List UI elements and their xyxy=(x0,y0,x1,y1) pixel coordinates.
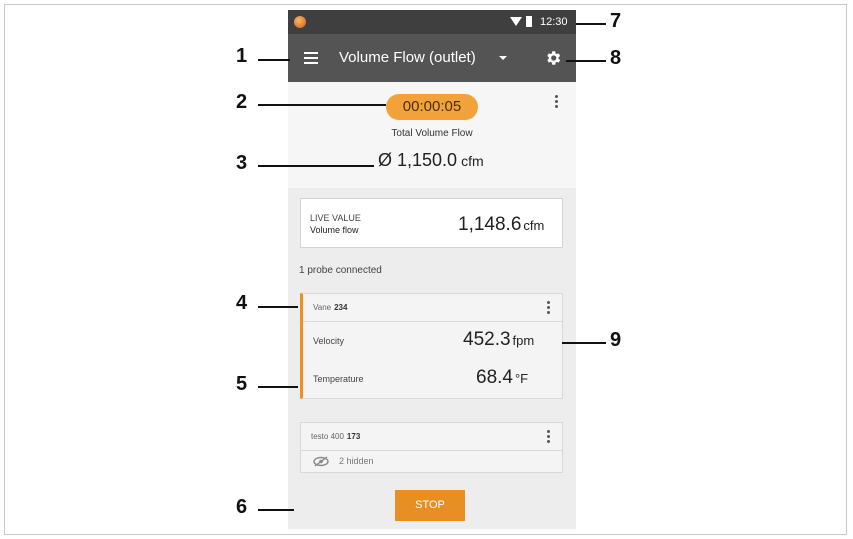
status-time: 12:30 xyxy=(540,16,568,28)
battery-icon xyxy=(526,16,532,27)
gear-icon[interactable] xyxy=(544,49,562,67)
hidden-readings-row[interactable]: 2 hidden xyxy=(301,451,562,472)
callout-line xyxy=(566,60,606,62)
app-bar: Volume Flow (outlet) xyxy=(288,34,576,82)
eye-off-icon xyxy=(313,456,329,467)
callout-line xyxy=(258,386,298,388)
reading-row-temperature: Temperature 68.4 °F xyxy=(303,360,562,398)
hidden-count: 2 hidden xyxy=(339,456,374,466)
reading-value: 452.3 fpm xyxy=(463,329,534,351)
page-title[interactable]: Volume Flow (outlet) xyxy=(339,49,476,66)
probe-id: 234 xyxy=(334,303,348,312)
probe-header: Vane 234 xyxy=(303,294,562,322)
probe-name: testo 400 173 xyxy=(311,432,360,441)
callout-number: 4 xyxy=(236,292,248,314)
summary-label: Total Volume Flow xyxy=(391,128,473,139)
app-logo-icon xyxy=(294,16,306,28)
menu-icon[interactable] xyxy=(304,52,318,64)
callout-number: 2 xyxy=(236,91,248,113)
reading-row-velocity: Velocity 452.3 fpm xyxy=(303,322,562,360)
live-subtitle: Volume flow xyxy=(310,225,359,235)
probe-id: 173 xyxy=(346,432,361,441)
callout-line xyxy=(258,165,374,167)
status-bar: 12:30 xyxy=(288,10,576,34)
callout-line xyxy=(562,342,606,344)
probe-name: Vane 234 xyxy=(313,303,347,312)
callout-line xyxy=(576,23,606,25)
reading-label: Temperature xyxy=(313,374,364,384)
callout-line xyxy=(258,104,386,106)
probe-type: Vane xyxy=(313,303,332,312)
wifi-icon xyxy=(510,17,522,26)
reading-unit: fpm xyxy=(512,333,535,348)
more-options-icon[interactable] xyxy=(554,95,558,109)
probe-card-testo-400: testo 400 173 2 hidden xyxy=(300,422,563,473)
callout-number: 5 xyxy=(236,373,248,395)
summary-unit: cfm xyxy=(461,153,484,169)
live-number: 1,148.6 xyxy=(458,214,522,235)
reading-label: Velocity xyxy=(313,336,345,346)
chevron-down-icon[interactable] xyxy=(499,56,507,60)
stop-button[interactable]: STOP xyxy=(395,490,465,521)
callout-number: 9 xyxy=(610,329,622,351)
live-caption: LIVE VALUE xyxy=(310,213,361,223)
reading-number: 68.4 xyxy=(476,367,513,388)
callout-number: 1 xyxy=(236,45,248,67)
callout-line xyxy=(258,306,298,308)
phone-screen: 12:30 Volume Flow (outlet) 00:00:05 Tota… xyxy=(288,10,576,529)
callout-number: 6 xyxy=(236,496,248,518)
callout-number: 3 xyxy=(236,152,248,174)
callout-line xyxy=(258,59,290,61)
reading-number: 452.3 xyxy=(463,329,511,350)
reading-value: 68.4 °F xyxy=(476,367,528,389)
callout-number: 8 xyxy=(610,47,622,69)
callout-number: 7 xyxy=(610,10,622,32)
live-unit: cfm xyxy=(523,218,545,233)
summary-panel: 00:00:05 Total Volume Flow Ø 1,150.0 cfm xyxy=(288,82,576,188)
timer-badge: 00:00:05 xyxy=(386,94,478,120)
summary-value: Ø 1,150.0 cfm xyxy=(378,150,484,171)
more-options-icon[interactable] xyxy=(546,301,550,315)
probe-header: testo 400 173 xyxy=(301,423,562,451)
callout-line xyxy=(258,509,294,511)
probe-card-vane: Vane 234 Velocity 452.3 fpm Temperature 68… xyxy=(300,293,563,399)
more-options-icon[interactable] xyxy=(546,430,550,444)
probes-connected-text: 1 probe connected xyxy=(299,265,382,276)
live-value: 1,148.6 cfm xyxy=(458,214,544,236)
reading-unit: °F xyxy=(514,371,529,386)
summary-number: Ø 1,150.0 xyxy=(378,150,458,170)
probe-type: testo 400 xyxy=(311,432,344,441)
live-value-card: LIVE VALUE Volume flow 1,148.6 cfm xyxy=(300,198,563,248)
